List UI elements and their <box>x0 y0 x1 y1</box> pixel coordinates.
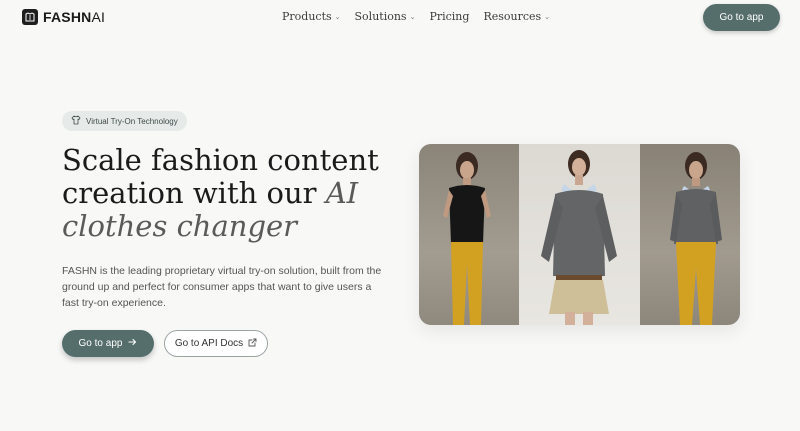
hero-badge: Virtual Try-On Technology <box>62 111 187 131</box>
arrow-right-icon <box>128 338 137 349</box>
hero-headline: Scale fashion content creation with our … <box>62 144 392 243</box>
nav-item-label: Pricing <box>429 10 470 23</box>
nav-item-label: Products <box>282 10 332 23</box>
go-to-api-docs-button[interactable]: Go to API Docs <box>164 330 268 357</box>
logo-icon <box>22 9 38 25</box>
shirt-icon <box>71 115 81 127</box>
nav-item-products[interactable]: Products ⌄ <box>282 10 341 23</box>
main-nav: Products ⌄ Solutions ⌄ Pricing Resources… <box>282 10 550 23</box>
external-link-icon <box>248 338 257 350</box>
hero-description: FASHN is the leading proprietary virtual… <box>62 265 382 309</box>
nav-item-label: Solutions <box>354 10 407 23</box>
brand-name-bold: FASHN <box>43 9 92 25</box>
model-photo-3 <box>640 144 740 325</box>
nav-item-label: Resources <box>483 10 542 23</box>
brand-name-light: AI <box>91 9 106 25</box>
site-header: FASHNAI Products ⌄ Solutions ⌄ Pricing R… <box>0 0 800 36</box>
model-photo-2 <box>519 144 640 325</box>
chevron-down-icon: ⌄ <box>334 12 341 21</box>
hero-cta-row: Go to app Go to API Docs <box>62 330 268 357</box>
hero-image-collage <box>419 144 740 325</box>
model-photo-1 <box>419 144 519 325</box>
go-to-app-label: Go to app <box>78 338 123 349</box>
go-to-app-button[interactable]: Go to app <box>62 330 154 357</box>
nav-item-solutions[interactable]: Solutions ⌄ <box>355 10 416 23</box>
header-go-to-app-button[interactable]: Go to app <box>703 4 780 31</box>
nav-item-resources[interactable]: Resources ⌄ <box>483 10 550 23</box>
brand-logo[interactable]: FASHNAI <box>22 9 105 25</box>
chevron-down-icon: ⌄ <box>544 12 551 21</box>
chevron-down-icon: ⌄ <box>409 12 416 21</box>
nav-item-pricing[interactable]: Pricing <box>429 10 469 23</box>
hero-badge-label: Virtual Try-On Technology <box>86 116 178 126</box>
api-docs-label: Go to API Docs <box>174 338 244 349</box>
brand-name: FASHNAI <box>43 9 105 25</box>
